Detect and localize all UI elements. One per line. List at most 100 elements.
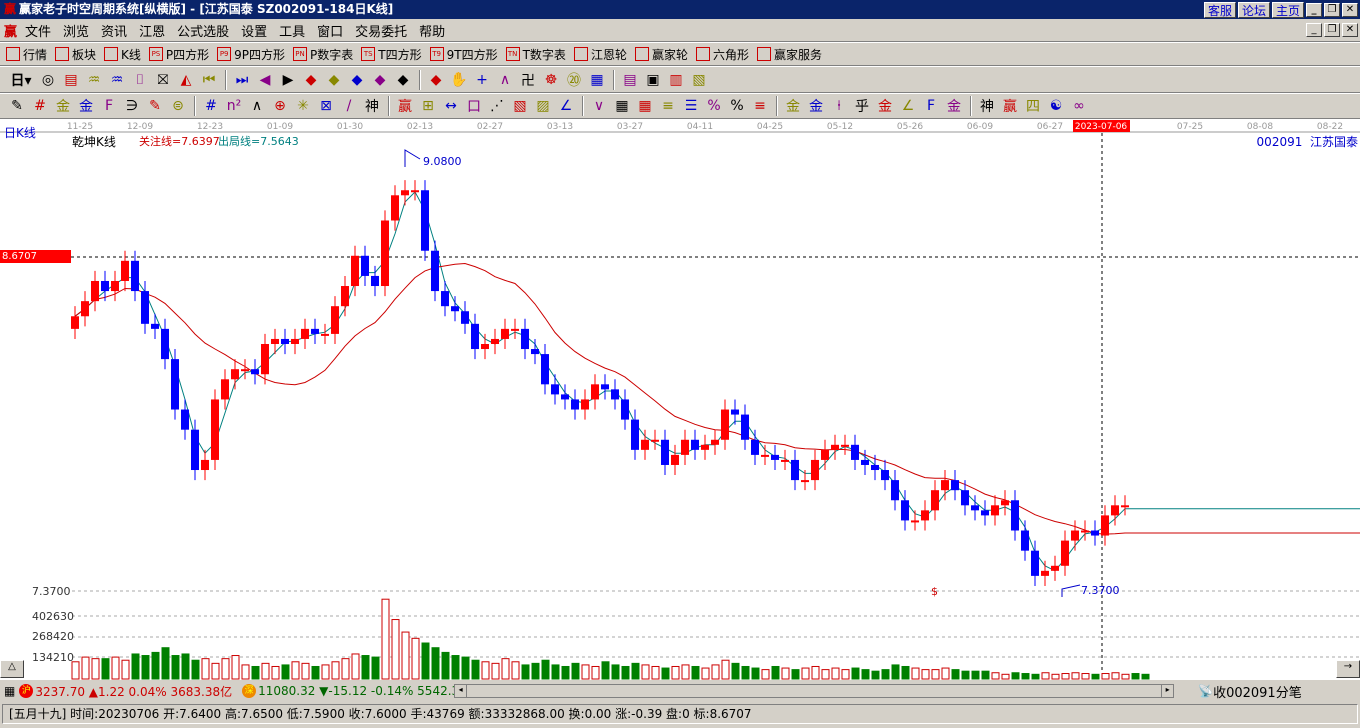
menu-gann[interactable]: 江恩	[139, 21, 165, 40]
toolbar-button-7[interactable]: T9 9T四方形	[429, 46, 498, 63]
tool-icon[interactable]: 乎	[851, 96, 873, 116]
tool-icon[interactable]: ✎	[6, 98, 28, 114]
tool-icon[interactable]: ∧	[246, 98, 268, 114]
tool-icon[interactable]: F	[920, 98, 942, 114]
toolbar-button-3[interactable]: PS P四方形	[148, 46, 209, 63]
tool-icon[interactable]: ⊞	[417, 98, 439, 114]
tool-icon[interactable]: ✎	[144, 98, 166, 114]
menu-window[interactable]: 窗口	[317, 21, 343, 40]
tool-icon[interactable]: ▨	[532, 98, 554, 114]
minimize-button[interactable]: _	[1306, 2, 1322, 17]
tool-icon[interactable]: ◆	[346, 72, 368, 88]
tool-icon[interactable]: ▧	[688, 72, 710, 88]
tool-icon[interactable]: ▧	[509, 98, 531, 114]
tool-icon[interactable]: ⋰	[486, 98, 508, 114]
tool-icon[interactable]: 金	[805, 96, 827, 116]
tool-icon[interactable]: ⊜	[167, 98, 189, 114]
tool-icon[interactable]: ◆	[300, 72, 322, 88]
tool-icon[interactable]: ♒	[106, 72, 128, 88]
tool-icon[interactable]: F	[98, 98, 120, 114]
tool-icon[interactable]: ◆	[369, 72, 391, 88]
tool-icon[interactable]: ∞	[1068, 98, 1090, 114]
tool-icon[interactable]: ⑳	[563, 70, 585, 90]
tool-icon[interactable]: ▶	[277, 72, 299, 88]
tool-icon[interactable]: 金	[782, 96, 804, 116]
tool-icon[interactable]: ⊠	[315, 98, 337, 114]
tool-icon[interactable]: %	[703, 98, 725, 114]
tool-icon[interactable]: /	[338, 98, 360, 114]
chart-canvas[interactable]: 11-25 12-09 12-23 01-09 01-30 02-13 02-27 03-13…	[0, 119, 1360, 680]
tool-icon[interactable]: ◆	[323, 72, 345, 88]
tool-icon[interactable]: ☯	[1045, 98, 1067, 114]
menu-file[interactable]: 文件	[25, 21, 51, 40]
tool-icon[interactable]: ▥	[665, 72, 687, 88]
menu-trade[interactable]: 交易委托	[355, 21, 407, 40]
tool-icon[interactable]: ∧	[494, 72, 516, 88]
tool-icon[interactable]: 神	[976, 96, 998, 116]
tool-icon[interactable]: ◆	[392, 72, 414, 88]
tool-icon[interactable]: 神	[361, 96, 383, 116]
toolbar-button-8[interactable]: TN T数字表	[505, 46, 566, 63]
tool-icon[interactable]: 口	[463, 96, 485, 116]
restore-button[interactable]: ❐	[1324, 2, 1340, 17]
period-select[interactable]: 日▾	[6, 70, 36, 90]
tool-icon[interactable]: 金	[52, 96, 74, 116]
tool-icon[interactable]: ≡	[749, 98, 771, 114]
tool-icon[interactable]: ◆	[425, 72, 447, 88]
tool-icon[interactable]: ☰	[680, 98, 702, 114]
tool-icon[interactable]: 卍	[517, 70, 539, 90]
tool-icon[interactable]: ↔	[440, 98, 462, 114]
tool-icon[interactable]: ∠	[555, 98, 577, 114]
toolbar-button-12[interactable]: 赢家服务	[756, 46, 822, 63]
tool-icon[interactable]: ▤	[60, 72, 82, 88]
toolbar-button-11[interactable]: 六角形	[695, 46, 749, 63]
tool-icon[interactable]: %	[726, 98, 748, 114]
tool-icon[interactable]: ▦	[586, 72, 608, 88]
table-icon[interactable]: ▦	[4, 684, 15, 698]
tool-icon[interactable]: n²	[223, 98, 245, 114]
tool-icon[interactable]: ◎	[37, 72, 59, 88]
tool-icon[interactable]: 金	[943, 96, 965, 116]
tool-icon[interactable]: ⛝	[152, 72, 174, 88]
tool-icon[interactable]: 金	[874, 96, 896, 116]
tool-icon[interactable]: ♒	[83, 72, 105, 88]
tool-icon[interactable]: ▣	[642, 72, 664, 88]
tool-icon[interactable]: #	[29, 98, 51, 114]
tool-icon[interactable]: ▦	[634, 98, 656, 114]
menu-formula[interactable]: 公式选股	[177, 21, 229, 40]
child-restore-button[interactable]: ❐	[1324, 23, 1340, 37]
child-close-button[interactable]: ✕	[1342, 23, 1358, 37]
toolbar-button-5[interactable]: PN P数字表	[293, 46, 353, 63]
toolbar-button-10[interactable]: 赢家轮	[634, 46, 688, 63]
child-minimize-button[interactable]: _	[1306, 23, 1322, 37]
tool-icon[interactable]: ☸	[540, 72, 562, 88]
toolbar-button-2[interactable]: K线	[104, 46, 141, 63]
tool-icon[interactable]: ⏮	[198, 72, 220, 88]
tool-icon[interactable]: #	[200, 98, 222, 114]
forum-button[interactable]: 论坛	[1237, 1, 1270, 18]
menu-tools[interactable]: 工具	[279, 21, 305, 40]
tool-icon[interactable]: ◀	[254, 72, 276, 88]
menu-browse[interactable]: 浏览	[63, 21, 89, 40]
tool-icon[interactable]: ∋	[121, 98, 143, 114]
tool-icon[interactable]: ⊕	[269, 98, 291, 114]
tool-icon[interactable]: ≡	[657, 98, 679, 114]
tool-icon[interactable]: ◭	[175, 72, 197, 88]
toolbar-button-4[interactable]: P9 9P四方形	[217, 46, 285, 63]
expand-up-button[interactable]: △	[0, 660, 24, 678]
tool-icon[interactable]: 金	[75, 96, 97, 116]
tool-icon[interactable]: ∨	[588, 98, 610, 114]
home-button[interactable]: 主页	[1271, 1, 1304, 18]
tool-icon[interactable]: 赢	[999, 96, 1021, 116]
tool-icon[interactable]: 四	[1022, 96, 1044, 116]
toolbar-button-9[interactable]: 江恩轮	[573, 46, 627, 63]
tool-icon[interactable]: ✋	[448, 72, 470, 88]
horizontal-scrollbar[interactable]: ◂ ▸	[454, 684, 1175, 698]
toolbar-button-6[interactable]: TS T四方形	[361, 46, 422, 63]
tool-icon[interactable]: 赢	[394, 96, 416, 116]
tool-icon[interactable]: ∠	[897, 98, 919, 114]
tool-icon[interactable]: ⏭	[231, 72, 253, 88]
tool-icon[interactable]: ✳	[292, 98, 314, 114]
tool-icon[interactable]: ▦	[611, 98, 633, 114]
menu-settings[interactable]: 设置	[241, 21, 267, 40]
